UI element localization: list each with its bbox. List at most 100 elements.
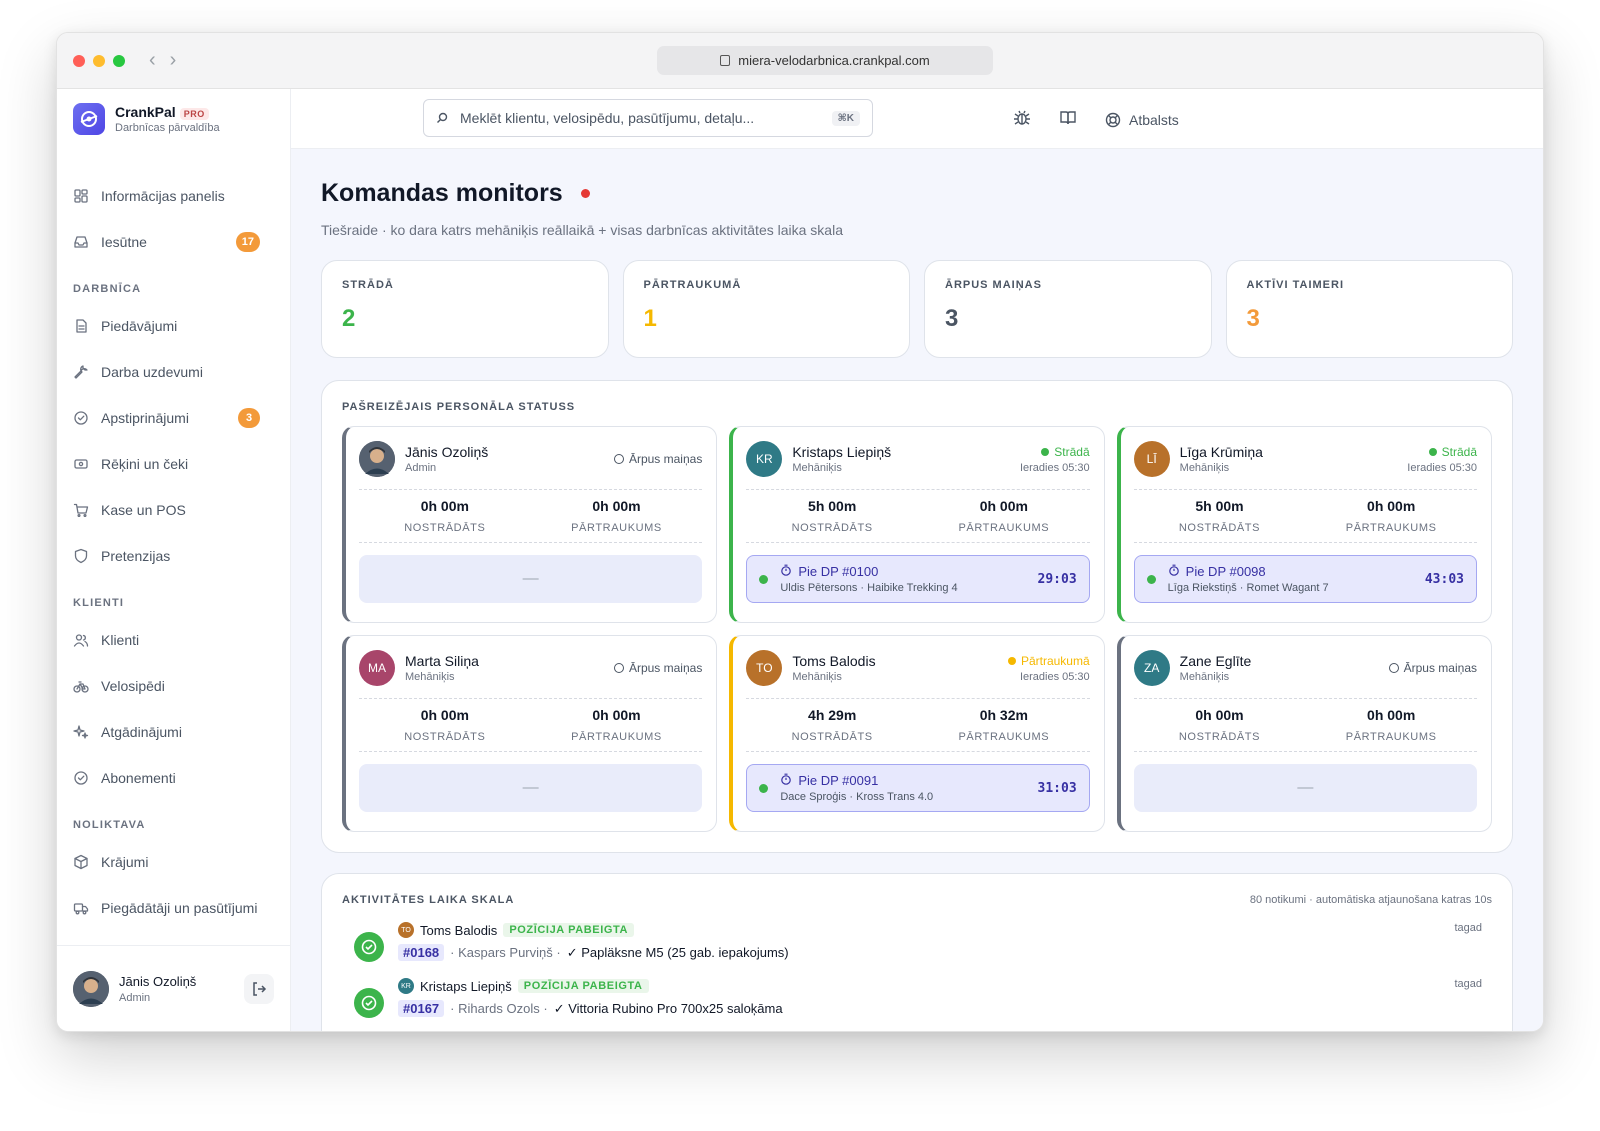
arrival-time: Ieradies 05:30 xyxy=(1019,670,1090,683)
sidebar-item-klienti[interactable]: Klienti xyxy=(57,617,290,663)
sidebar-item-iesutne[interactable]: Iesūtne 17 xyxy=(57,219,290,265)
staff-card[interactable]: MA Marta Siliņa Mehāniķis Ārpus maiņas 0h 00… xyxy=(342,635,718,832)
sidebar-item-label: Klienti xyxy=(101,632,140,648)
stat-card: PĀRTRAUKUMĀ 1 xyxy=(622,260,910,358)
avatar: LĪ xyxy=(1133,441,1170,477)
job-subtitle: Uldis Pētersons · Haibike Trekking 4 xyxy=(780,582,958,594)
minimize-window-button[interactable] xyxy=(93,55,105,67)
staff-name: Līga Krūmiņa xyxy=(1179,444,1263,460)
order-link[interactable]: #0168 xyxy=(398,944,445,961)
count-badge: 17 xyxy=(235,232,260,252)
staff-card-header: TO Toms Balodis Mehāniķis Pārtraukumā Ieradi… xyxy=(746,650,1090,686)
staff-person: Zane Eglīte Mehāniķis xyxy=(1180,653,1252,683)
off-shift-icon xyxy=(613,663,624,673)
avatar[interactable] xyxy=(73,970,109,1007)
worked-label: NOSTRĀDĀTS xyxy=(791,522,873,534)
worked-label: NOSTRĀDĀTS xyxy=(1178,522,1261,534)
event-time: tagad xyxy=(1454,922,1482,934)
brand-subtitle: Darbnīcas pārvaldība xyxy=(115,122,220,134)
browser-chrome: ‹ › miera-velodarbnica.crankpal.com xyxy=(57,33,1543,89)
event-user: Kristaps Liepiņš xyxy=(420,978,512,994)
order-link[interactable]: #0167 xyxy=(398,1000,445,1017)
timeline-event[interactable]: KR Kristaps Liepiņš POZĪCIJA PABEIGTA #0167… xyxy=(342,978,1492,1018)
activity-timeline: AKTIVITĀTES LAIKA SKALA 80 notikumi · au… xyxy=(321,873,1513,1031)
logout-button[interactable] xyxy=(244,973,274,1004)
worked-metric: 0h 00m NOSTRĀDĀTS xyxy=(1134,707,1306,743)
sidebar-item-atgadinajumi[interactable]: Atgādinājumi xyxy=(57,709,290,755)
staff-name: Zane Eglīte xyxy=(1179,653,1252,669)
support-button[interactable]: Atbalsts xyxy=(1105,112,1179,128)
worked-metric: 0h 00m NOSTRĀDĀTS xyxy=(359,498,531,534)
sidebar-item-pretenzijas[interactable]: Pretenzijas xyxy=(57,533,290,579)
active-job[interactable]: Pie DP #0100 Uldis Pētersons · Haibike Tr… xyxy=(746,555,1090,603)
forward-arrow-icon[interactable]: › xyxy=(170,49,177,72)
active-job[interactable]: Pie DP #0091 Dace Sproģis · Kross Trans 4… xyxy=(746,764,1090,812)
back-arrow-icon[interactable]: ‹ xyxy=(149,49,156,72)
staff-card[interactable]: Jānis Ozoliņš Admin Ārpus maiņas 0h 00m NOST… xyxy=(342,426,718,623)
staff-card[interactable]: KR Kristaps Liepiņš Mehāniķis Strādā Ieradie… xyxy=(729,426,1105,623)
logout-icon xyxy=(253,981,267,996)
worked-label: NOSTRĀDĀTS xyxy=(791,731,873,743)
sidebar-item-label: Informācijas panelis xyxy=(101,188,225,204)
docs-button[interactable] xyxy=(1059,109,1077,130)
customer-name: Rihards Ozols xyxy=(458,1001,540,1016)
staff-role: Mehāniķis xyxy=(792,462,842,474)
event-body: KR Kristaps Liepiņš POZĪCIJA PABEIGTA #0167… xyxy=(398,978,783,1018)
avatar: MA xyxy=(359,650,395,686)
sidebar-item-apstiprinajumi[interactable]: Apstiprinājumi 3 xyxy=(57,395,290,441)
empty-job: — xyxy=(359,555,703,603)
sidebar-item-velosipedi[interactable]: Velosipēdi xyxy=(57,663,290,709)
url-text: miera-velodarbnica.crankpal.com xyxy=(738,53,930,68)
close-window-button[interactable] xyxy=(73,55,85,67)
active-job[interactable]: Pie DP #0098 Līga Riekstiņš · Romet Wagan… xyxy=(1133,555,1477,603)
maximize-window-button[interactable] xyxy=(113,55,125,67)
timeline-title: AKTIVITĀTES LAIKA SKALA xyxy=(342,894,515,906)
address-bar[interactable]: miera-velodarbnica.crankpal.com xyxy=(657,46,993,75)
book-icon xyxy=(1060,111,1076,125)
staff-card-header: KR Kristaps Liepiņš Mehāniķis Strādā Ieradie… xyxy=(746,441,1090,477)
job-info: Pie DP #0091 Dace Sproģis · Kross Trans 4… xyxy=(780,773,933,803)
search-placeholder: Meklēt klientu, velosipēdu, pasūtījumu, … xyxy=(460,110,755,126)
sidebar-section-title: NOLIKTAVA xyxy=(73,819,146,831)
job-subtitle: Līga Riekstiņš · Romet Wagant 7 xyxy=(1167,582,1329,594)
status-line: Pārtraukumā xyxy=(1007,654,1090,668)
job-timer: 31:03 xyxy=(1037,780,1077,796)
status-dot-icon xyxy=(1428,447,1437,456)
check-circle-icon xyxy=(73,770,89,786)
search-shortcut: ⌘K xyxy=(831,110,860,126)
staff-card[interactable]: ZA Zane Eglīte Mehāniķis Ārpus maiņas 0h 00m… xyxy=(1116,635,1492,832)
search-input[interactable]: Meklēt klientu, velosipēdu, pasūtījumu, … xyxy=(423,99,873,137)
topbar-actions: Atbalsts xyxy=(1013,109,1179,130)
break-label: PĀRTRAUKUMS xyxy=(571,522,662,534)
sidebar-item-piegadataji-un-pasutijumi[interactable]: Piegādātāji un pasūtījumi xyxy=(57,885,290,931)
bug-report-button[interactable] xyxy=(1013,109,1031,130)
break-metric: 0h 00m PĀRTRAUKUMS xyxy=(1305,498,1477,534)
stat-value: 1 xyxy=(643,305,657,332)
sidebar-item-label: Atgādinājumi xyxy=(101,724,182,740)
event-tag: POZĪCIJA PABEIGTA xyxy=(503,923,635,937)
sidebar-item-abonementi[interactable]: Abonementi xyxy=(57,755,290,801)
worked-value: 4h 29m xyxy=(808,707,857,723)
break-label: PĀRTRAUKUMS xyxy=(571,731,662,743)
job-info: Pie DP #0100 Uldis Pētersons · Haibike Tr… xyxy=(780,564,957,594)
sidebar-item-kase-un-pos[interactable]: Kase un POS xyxy=(57,487,290,533)
sidebar-item-krajumi[interactable]: Krājumi xyxy=(57,839,290,885)
event-header: TO Toms Balodis POZĪCIJA PABEIGTA xyxy=(398,922,789,938)
page-icon xyxy=(720,55,731,66)
off-shift-icon xyxy=(613,454,624,464)
sidebar-item-informacijas-panelis[interactable]: Informācijas panelis xyxy=(57,173,290,219)
brand[interactable]: CrankPal PRO Darbnīcas pārvaldība xyxy=(57,89,290,149)
sidebar-item-piedavajumi[interactable]: Piedāvājumi xyxy=(57,303,290,349)
worked-metric: 4h 29m NOSTRĀDĀTS xyxy=(746,707,918,743)
user-role: Admin xyxy=(119,991,151,1004)
sidebar-item-rekini-un-ceki[interactable]: Rēķini un čeki xyxy=(57,441,290,487)
arrival-time: Ieradies 05:30 xyxy=(1407,461,1477,474)
staff-card[interactable]: TO Toms Balodis Mehāniķis Pārtraukumā Ieradi… xyxy=(729,635,1105,832)
sidebar-nav: Informācijas panelis Iesūtne 17 DARBNĪCA Pie… xyxy=(57,149,290,931)
staff-card[interactable]: LĪ Līga Krūmiņa Mehāniķis Strādā Ieradies 05… xyxy=(1116,426,1492,623)
sidebar-item-label: Kase un POS xyxy=(101,502,186,518)
status-line: Strādā xyxy=(1407,445,1477,459)
timeline-event[interactable]: TO Toms Balodis POZĪCIJA PABEIGTA #0168 · Ka… xyxy=(342,922,1492,962)
sidebar-item-darba-uzdevumi[interactable]: Darba uzdevumi xyxy=(57,349,290,395)
browser-window: ‹ › miera-velodarbnica.crankpal.com Cran… xyxy=(56,32,1544,1032)
